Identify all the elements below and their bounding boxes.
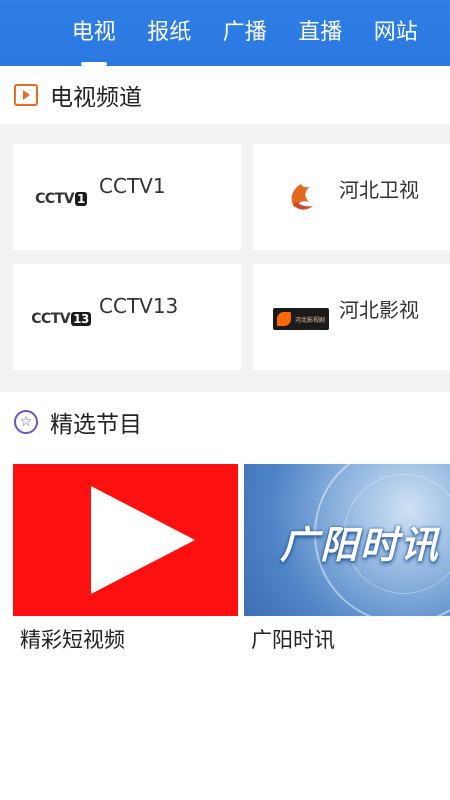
channel-card-hebei-film[interactable]: 河北影视剧 河北影视 — [253, 264, 450, 370]
channel-name: CCTV13 — [99, 294, 179, 318]
channel-name: 河北影视 — [339, 298, 419, 322]
channel-name: CCTV1 — [99, 174, 166, 198]
tab-list: 电视 报纸 广播 直播 网站 — [56, 0, 434, 66]
tv-play-icon — [14, 84, 38, 106]
channel-card-cctv13[interactable]: CCTV 13 CCTV13 — [13, 264, 241, 370]
cctv13-logo-num: 13 — [71, 312, 91, 326]
cctv13-logo-text: CCTV — [31, 311, 71, 327]
cctv1-logo-text: CCTV — [35, 191, 75, 207]
channel-card-cctv1[interactable]: CCTV 1 CCTV1 — [13, 144, 241, 250]
tv-channels-header: 电视频道 — [0, 66, 450, 124]
top-tab-bar: 电视 报纸 广播 直播 网站 — [0, 0, 450, 66]
channel-grid: CCTV 1 CCTV1 河北卫视 CCTV 13 CCTV13 河北影视剧 河北影… — [0, 124, 450, 392]
featured-header: ☆ 精选节目 — [0, 392, 450, 452]
hebei-film-logo-text: 河北影视剧 — [295, 316, 326, 324]
featured-label-short-video[interactable]: 精彩短视频 — [20, 624, 125, 654]
tab-tv[interactable]: 电视 — [56, 0, 132, 66]
channel-card-hebei-tv[interactable]: 河北卫视 — [253, 144, 450, 250]
channel-name: 河北卫视 — [339, 178, 419, 202]
cctv1-logo-num: 1 — [75, 192, 87, 206]
tab-radio[interactable]: 广播 — [207, 0, 283, 66]
featured-thumb-guangyang-news[interactable]: 广阳时讯 — [244, 464, 450, 616]
cctv1-logo: CCTV 1 — [33, 184, 89, 214]
featured-label-guangyang-news[interactable]: 广阳时讯 — [251, 624, 335, 654]
hebei-film-logo: 河北影视剧 — [273, 308, 329, 330]
featured-thumb-short-video[interactable] — [13, 464, 238, 616]
tab-website[interactable]: 网站 — [358, 0, 434, 66]
thumb-title-text: 广阳时讯 — [280, 523, 441, 567]
tab-newspaper[interactable]: 报纸 — [132, 0, 208, 66]
hebei-film-logo-mark — [277, 312, 291, 326]
featured-title: 精选节目 — [50, 412, 142, 438]
star-icon: ☆ — [14, 410, 38, 434]
cctv13-logo: CCTV 13 — [31, 304, 91, 334]
tv-channels-title: 电视频道 — [50, 85, 142, 111]
tab-live[interactable]: 直播 — [283, 0, 359, 66]
hebei-tv-logo — [283, 180, 319, 218]
play-icon — [91, 486, 195, 594]
